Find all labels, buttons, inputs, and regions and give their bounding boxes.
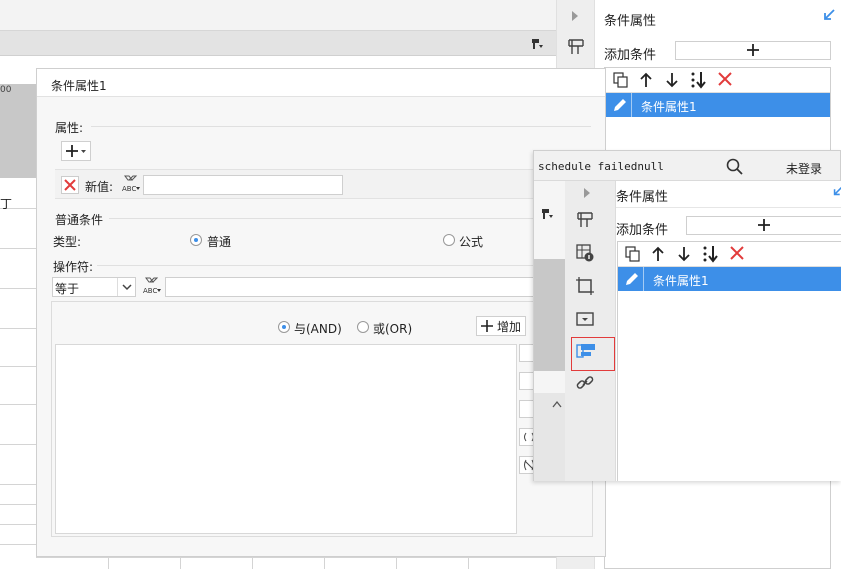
type-normal-radio[interactable] — [190, 234, 202, 246]
plus-icon — [757, 218, 771, 235]
new-value-label: 新值: — [85, 180, 114, 194]
and-label: 与(AND) — [294, 322, 342, 336]
section-divider — [109, 218, 591, 219]
sheet-bottom-grid — [36, 557, 606, 569]
move-bottom-icon[interactable] — [702, 245, 720, 266]
add-condition-button[interactable] — [686, 216, 841, 235]
chevron-down-icon — [117, 278, 135, 296]
app-toolbar — [0, 30, 556, 56]
cell-info-icon[interactable] — [576, 244, 594, 265]
add-button-label: 增加 — [496, 319, 521, 334]
normal-condition-label: 普通条件 — [55, 213, 104, 227]
chevron-up-icon[interactable] — [552, 397, 562, 411]
add-condition-label: 添加条件 — [604, 48, 657, 63]
condition-list-area[interactable] — [55, 344, 517, 534]
section-divider — [91, 126, 591, 127]
secondary-window-header: schedule failednull 未登录 — [534, 151, 840, 181]
dialog-titlebar — [37, 69, 605, 97]
move-down-icon[interactable] — [666, 72, 678, 91]
new-value-input[interactable] — [143, 175, 343, 195]
plus-icon — [480, 320, 493, 332]
attribute-row: 新值: ABC — [55, 169, 593, 199]
app-ruler — [0, 84, 36, 178]
move-up-icon[interactable] — [640, 72, 652, 91]
list-item-label: 条件属性1 — [641, 100, 697, 114]
and-radio[interactable] — [278, 321, 290, 333]
type-label: 类型: — [53, 235, 82, 249]
type-formula-label: 公式 — [459, 235, 484, 249]
panel-divider — [616, 207, 841, 208]
operator-value-input[interactable] — [165, 277, 545, 297]
panel-title: 条件属性 — [616, 190, 669, 205]
secondary-condition-panel: 条件属性 添加条件 条件属性1 — [615, 181, 841, 481]
type-formula-radio[interactable] — [443, 234, 455, 246]
header-status-text: schedule failednull — [538, 160, 664, 173]
condition-list-toolbar — [605, 68, 830, 93]
operator-label: 操作符: — [53, 260, 94, 274]
svg-text:ABC: ABC — [122, 185, 136, 193]
svg-text:ABC: ABC — [143, 287, 157, 295]
add-condition-button[interactable] — [675, 41, 831, 60]
expand-arrow-icon[interactable] — [571, 10, 579, 25]
edit-pencil-icon[interactable] — [612, 97, 628, 116]
hyperlink-icon[interactable] — [576, 374, 594, 395]
collapse-arrow-icon[interactable] — [832, 185, 841, 200]
add-condition-label: 添加条件 — [616, 223, 669, 238]
copy-icon[interactable] — [625, 246, 641, 265]
cell-attribute-icon[interactable] — [567, 38, 585, 59]
copy-icon[interactable] — [613, 72, 629, 91]
add-condition-button[interactable]: 增加 — [476, 316, 526, 336]
collapse-arrow-icon[interactable] — [822, 8, 836, 22]
secondary-icon-strip — [565, 181, 615, 481]
type-normal-label: 普通 — [207, 235, 232, 249]
add-attribute-dropdown[interactable] — [61, 141, 91, 161]
sheet-grid — [0, 178, 38, 569]
condition-list: 条件属性1 — [617, 241, 841, 481]
condition-builder: 与(AND) 或(OR) 增加 — [51, 301, 593, 537]
formula-editor-icon[interactable]: ABC — [142, 277, 162, 298]
format-painter-icon[interactable] — [540, 207, 554, 224]
sub-ruler — [534, 259, 565, 371]
panel-title: 条件属性 — [604, 14, 657, 29]
formula-editor-icon[interactable]: ABC — [121, 175, 141, 196]
sheet-cell-text: 丁 — [0, 197, 13, 211]
sub-scroll-area — [534, 393, 565, 481]
or-label: 或(OR) — [373, 322, 413, 336]
remove-attribute-button[interactable] — [61, 176, 79, 194]
selected-tool-highlight — [571, 337, 615, 371]
format-painter-icon[interactable] — [530, 37, 544, 54]
delete-icon[interactable] — [718, 72, 732, 89]
move-down-icon[interactable] — [678, 246, 690, 265]
operator-select[interactable]: 等于 — [52, 277, 136, 297]
dialog-title: 条件属性1 — [51, 79, 107, 93]
login-status[interactable]: 未登录 — [786, 160, 822, 177]
or-radio[interactable] — [357, 321, 369, 333]
app-top-strip — [0, 0, 556, 30]
move-bottom-icon[interactable] — [690, 71, 708, 92]
condition-dialog: 条件属性1 属性: 新值: ABC 普通条件 类型: 普通 公式 操作符: 等于… — [36, 68, 606, 557]
plus-icon — [746, 43, 760, 60]
crop-icon[interactable] — [576, 277, 594, 298]
expand-arrow-icon[interactable] — [583, 187, 591, 202]
move-up-icon[interactable] — [652, 246, 664, 265]
condition-list-toolbar — [618, 242, 841, 267]
section-divider — [97, 265, 591, 266]
cell-attribute-icon[interactable] — [576, 211, 594, 232]
delete-icon[interactable] — [730, 246, 744, 263]
widget-icon[interactable] — [576, 310, 594, 331]
edit-pencil-icon[interactable] — [624, 271, 640, 290]
secondary-window: schedule failednull 未登录 条件属性 添加条件 条件属性1 — [533, 150, 841, 481]
ruler-label: 00 — [0, 85, 12, 95]
operator-value: 等于 — [55, 282, 80, 296]
list-item-label: 条件属性1 — [653, 274, 709, 288]
secondary-sub-strip — [534, 181, 565, 481]
list-item[interactable]: 条件属性1 — [618, 267, 841, 291]
list-item[interactable]: 条件属性1 — [606, 93, 830, 117]
search-icon[interactable] — [726, 158, 743, 178]
attribute-label: 属性: — [55, 121, 84, 135]
